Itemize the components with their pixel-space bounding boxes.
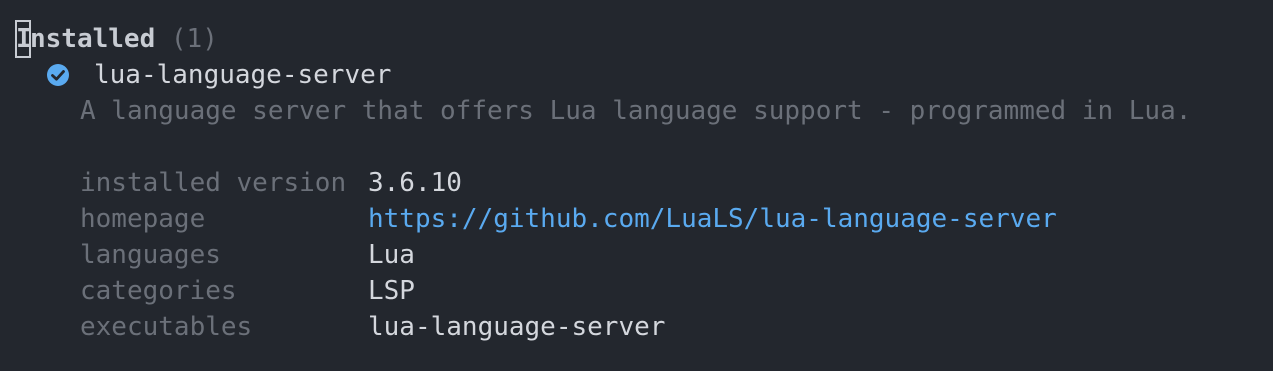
detail-value: LSP — [368, 276, 415, 306]
detail-row-executables: executables lua-language-server — [80, 309, 665, 345]
homepage-link[interactable]: https://github.com/LuaLS/lua-language-se… — [368, 204, 1057, 234]
installed-heading-label: nstalled — [30, 24, 156, 54]
detail-row-languages: languages Lua — [80, 237, 415, 273]
check-circle-icon — [46, 61, 70, 86]
detail-key: executables — [80, 312, 253, 342]
detail-key: languages — [80, 240, 221, 270]
detail-row-installed-version: installed version 3.6.10 — [80, 165, 462, 201]
detail-value: lua-language-server — [368, 312, 666, 342]
detail-key: homepage — [80, 204, 206, 234]
detail-value: 3.6.10 — [368, 168, 462, 198]
detail-row-categories: categories LSP — [80, 273, 415, 309]
detail-key: categories — [80, 276, 237, 306]
package-item[interactable]: lua-language-server — [46, 57, 391, 93]
detail-row-homepage: homepage https://github.com/LuaLS/lua-lan… — [80, 201, 1057, 237]
package-description: A language server that offers Lua langua… — [80, 96, 1192, 126]
text-cursor: I — [15, 20, 32, 58]
terminal-window: Installed (1) lua-language-server A lang… — [0, 0, 1273, 371]
detail-key: installed version — [80, 168, 347, 198]
installed-count: (1) — [170, 24, 218, 54]
detail-value: Lua — [368, 240, 415, 270]
package-name: lua-language-server — [94, 60, 392, 90]
installed-heading[interactable]: Installed (1) — [15, 20, 218, 58]
